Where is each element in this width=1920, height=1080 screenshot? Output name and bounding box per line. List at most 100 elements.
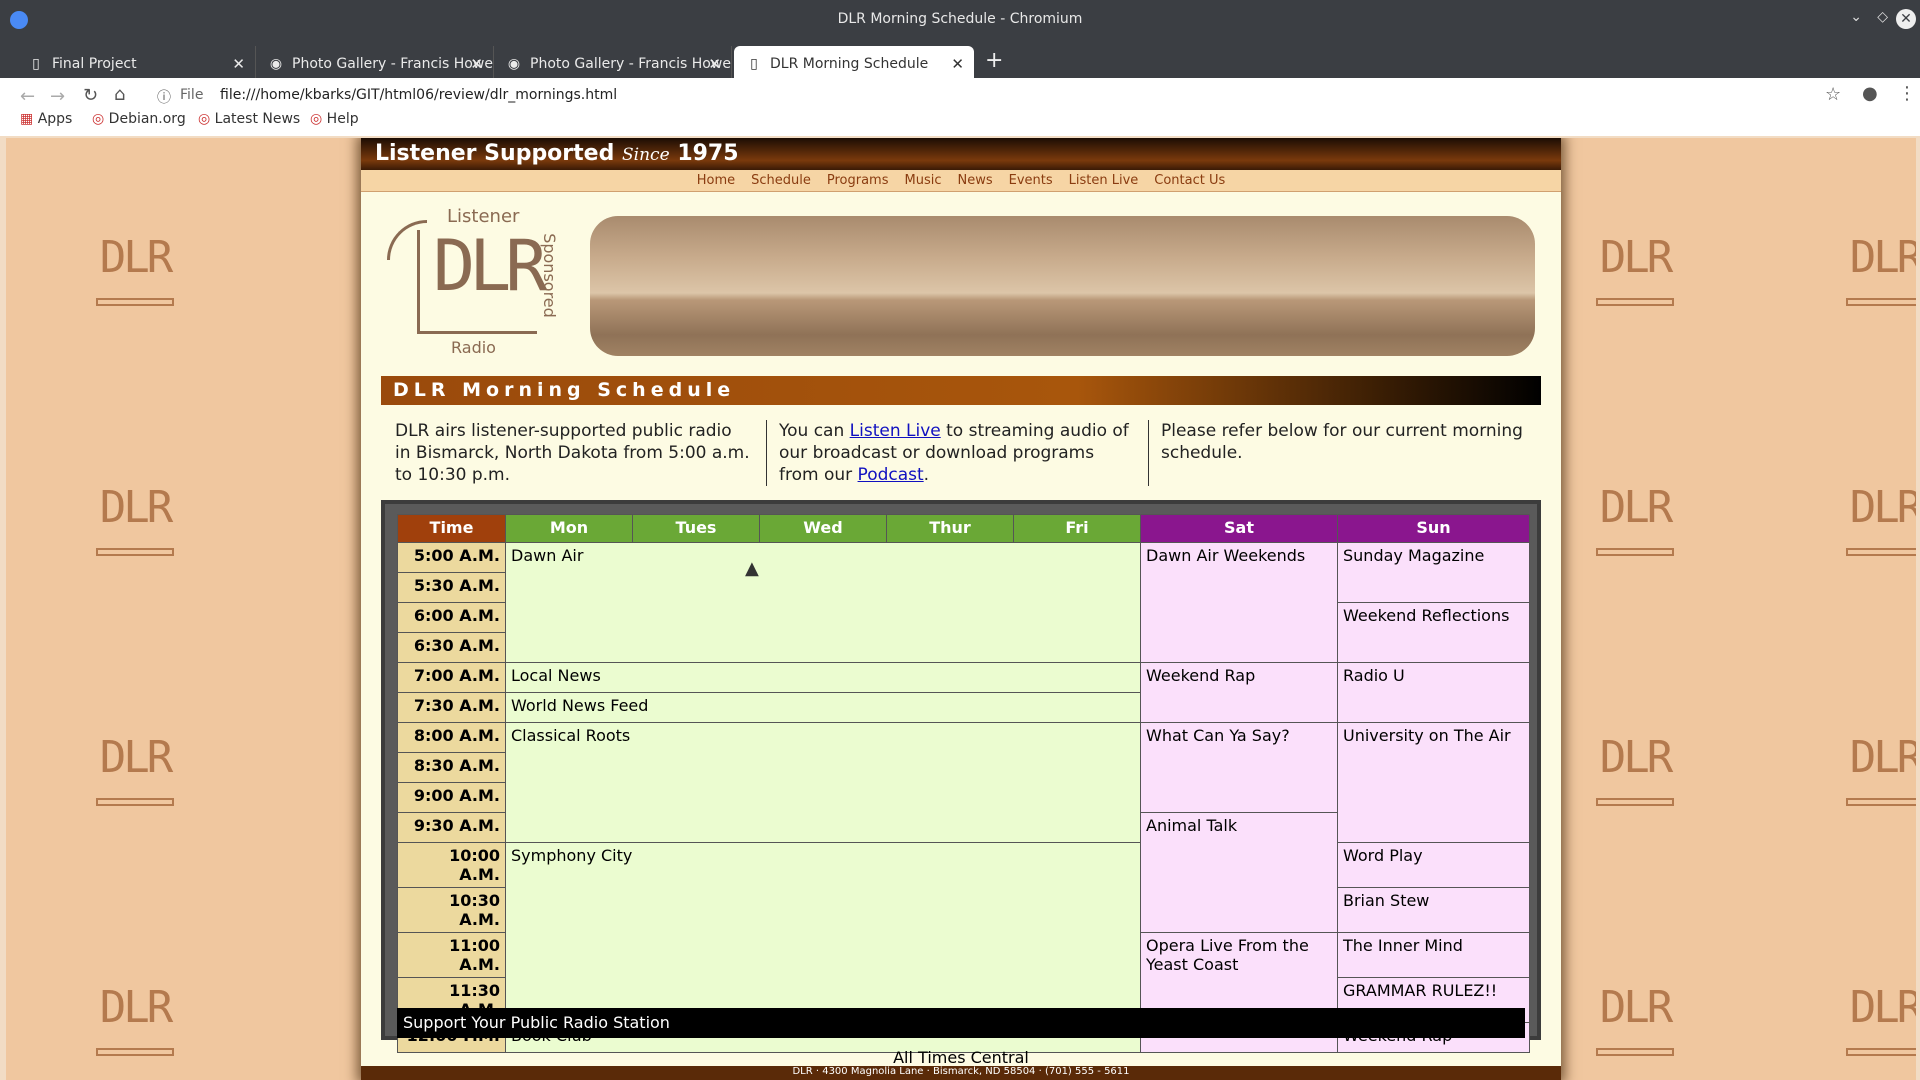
bookmark-apps[interactable]: ▦ Apps <box>20 111 72 127</box>
tab-dlr-morning-schedule[interactable]: ▯ DLR Morning Schedule ✕ <box>734 46 974 82</box>
section-title: DLR Morning Schedule <box>381 376 1541 405</box>
background-logo-tile: DLR <box>1596 978 1674 1056</box>
nav-listen-live[interactable]: Listen Live <box>1069 173 1139 188</box>
header-time: Time <box>397 514 506 543</box>
tab-label: Photo Gallery - Francis Howe <box>530 56 731 72</box>
time-cell: 5:00 A.M. <box>397 542 506 573</box>
column-divider <box>766 420 767 486</box>
program-cell: Word Play <box>1337 842 1530 888</box>
maximize-icon[interactable]: ◇ <box>1877 9 1888 25</box>
nav-contact-us[interactable]: Contact Us <box>1154 173 1225 188</box>
program-cell: What Can Ya Say? <box>1140 722 1338 813</box>
profile-icon[interactable]: ● <box>1862 83 1878 104</box>
logo-main-text: DLR <box>433 225 547 307</box>
times-note: All Times Central <box>893 1048 1029 1067</box>
background-logo-tile: DLR <box>1846 978 1916 1056</box>
info-icon: ⓘ <box>157 90 171 106</box>
podcast-link[interactable]: Podcast <box>858 465 924 485</box>
time-cell: 6:30 A.M. <box>397 632 506 663</box>
time-cell: 9:00 A.M. <box>397 782 506 813</box>
nav-music[interactable]: Music <box>904 173 941 188</box>
nav-programs[interactable]: Programs <box>827 173 889 188</box>
new-tab-icon[interactable]: + <box>985 48 1003 73</box>
background-logo-tile: DLR <box>1596 728 1674 806</box>
header-tues: Tues <box>632 514 760 543</box>
bookmark-help[interactable]: ◎ Help <box>310 111 359 127</box>
background-logo-tile: DLR <box>96 978 174 1056</box>
dlr-logo: Listener DLR Sponsored Radio <box>387 206 573 357</box>
debian-icon: ◎ <box>198 111 215 127</box>
address-footer: DLR · 4300 Magnolia Lane · Bismarck, ND … <box>361 1066 1561 1080</box>
listen-live-link[interactable]: Listen Live <box>850 421 941 441</box>
bookmark-label: Apps <box>37 111 73 127</box>
time-cell: 7:00 A.M. <box>397 662 506 693</box>
minimize-icon[interactable]: ⌄ <box>1850 9 1862 25</box>
program-cell: Classical Roots <box>505 722 1141 843</box>
bookmark-latest-news[interactable]: ◎ Latest News <box>198 111 300 127</box>
time-cell: 8:00 A.M. <box>397 722 506 753</box>
time-cell: 10:30 A.M. <box>397 887 506 933</box>
bookmark-star-icon[interactable]: ☆ <box>1825 84 1841 105</box>
time-cell: 5:30 A.M. <box>397 572 506 603</box>
mouse-cursor-icon: ▲ <box>745 558 759 579</box>
menu-icon[interactable]: ⋮ <box>1898 83 1916 104</box>
table-row: 5:00 A.M. Dawn Air Dawn Air Weekends Sun… <box>397 542 1530 663</box>
tab-strip: ▯ Final Project ✕ ◉ Photo Gallery - Francis… <box>0 40 1920 82</box>
table-row: 8:00 A.M. Classical Roots What Can Ya Sa… <box>397 722 1530 843</box>
header-thur: Thur <box>886 514 1014 543</box>
window-title: DLR Morning Schedule - Chromium <box>837 11 1083 27</box>
close-window-icon[interactable]: ✕ <box>1896 9 1916 29</box>
close-tab-icon[interactable]: ✕ <box>470 55 483 73</box>
page-icon: ▯ <box>32 56 40 72</box>
program-cell: University on The Air <box>1337 722 1530 843</box>
address-bar[interactable]: file:///home/kbarks/GIT/html06/review/dl… <box>220 87 617 103</box>
time-cell: 6:00 A.M. <box>397 602 506 633</box>
intro-column-3: Please refer below for our current morni… <box>1161 421 1523 463</box>
background-logo-tile: DLR <box>96 478 174 556</box>
text: . <box>923 465 930 485</box>
program-cell: Radio U <box>1337 662 1530 723</box>
close-tab-icon[interactable]: ✕ <box>232 55 245 73</box>
support-banner: Support Your Public Radio Station <box>397 1008 1525 1038</box>
header-mon: Mon <box>505 514 633 543</box>
close-tab-icon[interactable]: ✕ <box>951 55 964 73</box>
tab-photo-gallery-2[interactable]: ◉ Photo Gallery - Francis Howe ✕ <box>494 46 732 82</box>
time-cell: 8:30 A.M. <box>397 752 506 783</box>
background-logo-tile: DLR <box>1596 228 1674 306</box>
nav-events[interactable]: Events <box>1009 173 1053 188</box>
url-scheme: File <box>180 87 204 103</box>
tab-final-project[interactable]: ▯ Final Project ✕ <box>16 46 256 82</box>
home-icon[interactable]: ⌂ <box>114 84 125 105</box>
close-tab-icon[interactable]: ✕ <box>708 55 721 73</box>
background-logo-tile: DLR <box>1846 728 1916 806</box>
site-header: Listener Supported Since 1975 <box>361 138 1561 170</box>
nav-home[interactable]: Home <box>697 173 735 188</box>
logo-side-text: Sponsored <box>539 233 559 318</box>
header-since: Since <box>622 145 670 165</box>
tab-label: Photo Gallery - Francis Howe <box>292 56 493 72</box>
bookmark-debian[interactable]: ◎ Debian.org <box>92 111 186 127</box>
back-icon[interactable]: ← <box>20 86 35 107</box>
background-logo-tile: DLR <box>1846 228 1916 306</box>
page-viewport: DLR DLR DLR DLR DLR DLR DLR DLR DLR DLR … <box>6 138 1916 1080</box>
tab-photo-gallery-1[interactable]: ◉ Photo Gallery - Francis Howe ✕ <box>256 46 494 82</box>
table-header-row: Time Mon Tues Wed Thur Fri Sat Sun <box>397 514 1530 543</box>
program-cell: Weekend Rap <box>1140 662 1338 723</box>
chrome-icon: ◉ <box>269 56 283 72</box>
table-row: 10:00 A.M. Symphony City Word Play <box>397 842 1530 1023</box>
nav-news[interactable]: News <box>957 173 992 188</box>
forward-icon[interactable]: → <box>50 86 65 107</box>
page-icon: ▯ <box>750 56 758 72</box>
bookmark-label: Debian.org <box>108 111 186 127</box>
banner-image <box>590 216 1535 356</box>
reload-icon[interactable]: ↻ <box>83 85 98 106</box>
tab-label: Final Project <box>52 56 137 72</box>
background-logo-tile: DLR <box>1846 478 1916 556</box>
header-year: 1975 <box>677 141 739 166</box>
text: You can <box>779 421 850 441</box>
program-cell: Animal Talk <box>1140 812 1338 933</box>
time-cell: 10:00 A.M. <box>397 842 506 888</box>
bookmark-label: Latest News <box>214 111 301 127</box>
nav-schedule[interactable]: Schedule <box>751 173 811 188</box>
program-cell: Local News <box>505 662 1141 693</box>
